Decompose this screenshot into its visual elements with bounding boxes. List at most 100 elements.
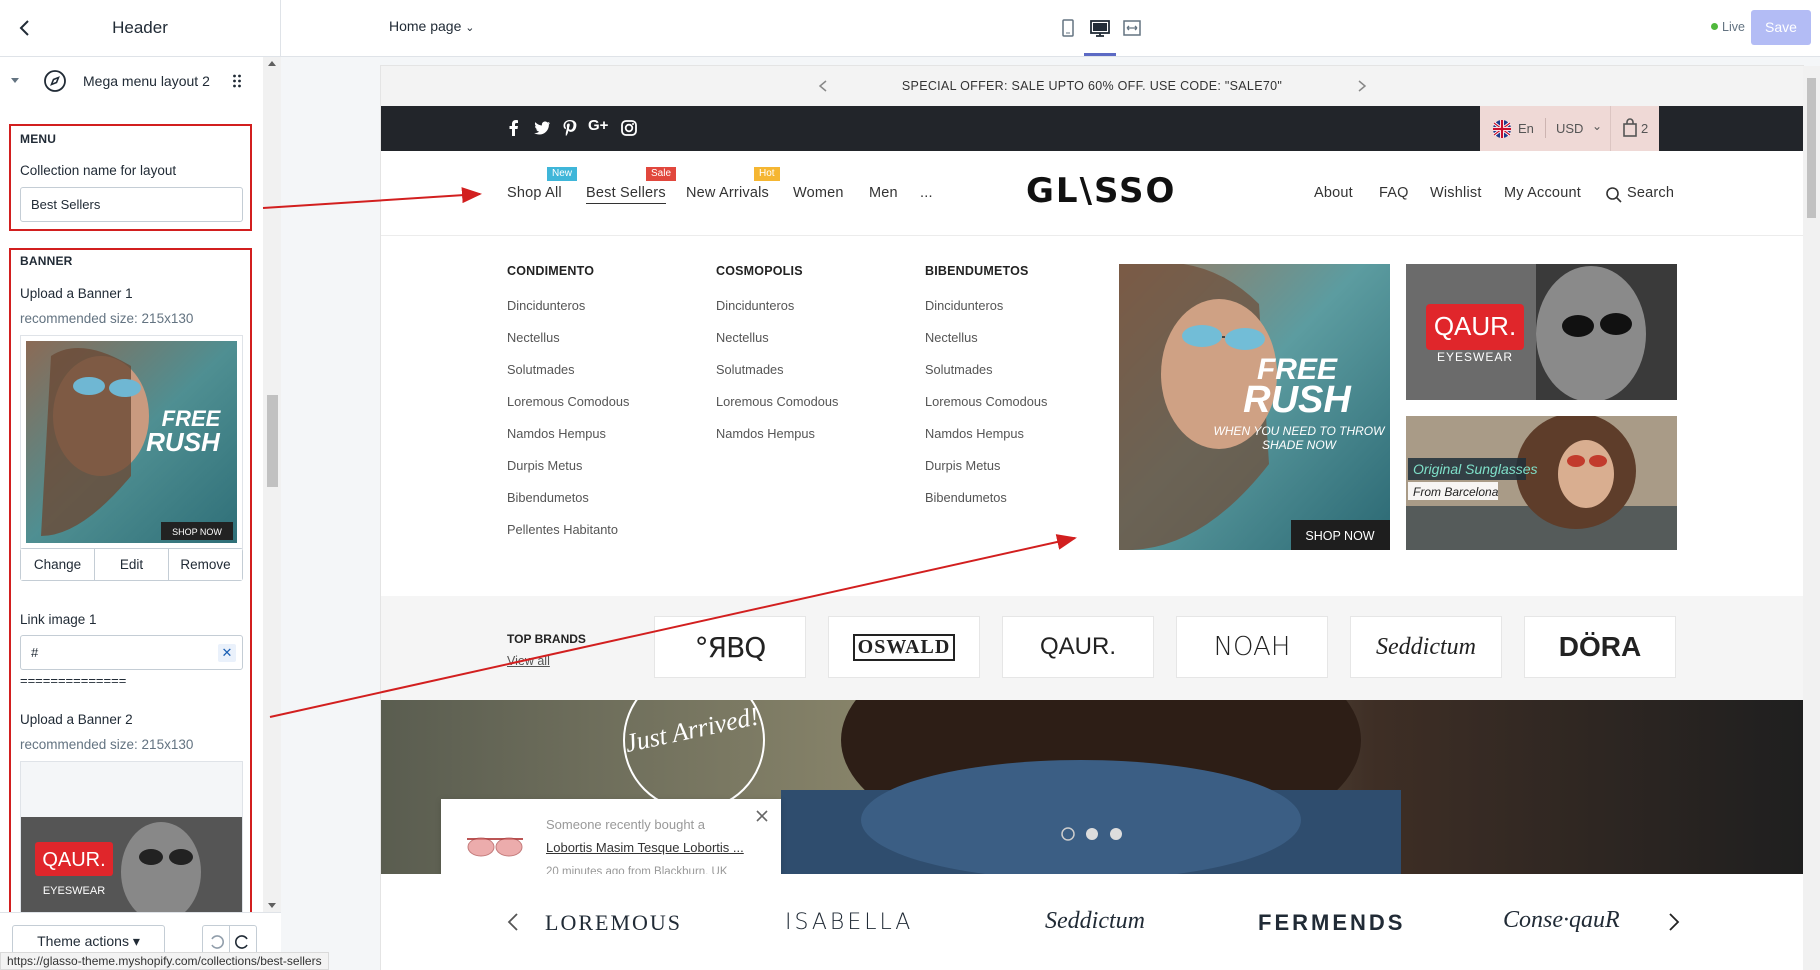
carousel-brand[interactable]: LOREMOUS <box>545 910 682 936</box>
scroll-down-arrow-icon[interactable] <box>268 903 276 908</box>
mega-menu-link[interactable]: Loremous Comodous <box>925 394 1047 409</box>
mega-menu-link[interactable]: Bibendumetos <box>925 490 1007 505</box>
carousel-prev-icon[interactable] <box>507 912 519 932</box>
promo-prev-icon[interactable] <box>818 80 828 92</box>
save-button[interactable]: Save <box>1751 10 1811 45</box>
remove-button[interactable]: Remove <box>169 549 242 580</box>
mega-menu-link[interactable]: Solutmades <box>507 362 575 377</box>
nav-wishlist[interactable]: Wishlist <box>1430 185 1482 201</box>
scroll-up-arrow-icon[interactable] <box>268 61 276 66</box>
twitter-icon[interactable] <box>533 119 551 137</box>
popup-line1: Someone recently bought a <box>546 817 705 832</box>
mega-menu-link[interactable]: Nectellus <box>925 330 978 345</box>
carousel-brand[interactable]: ISABELLA <box>785 910 913 935</box>
mobile-view-icon[interactable] <box>1057 17 1079 39</box>
mega-menu-link[interactable]: Namdos Hempus <box>507 426 606 441</box>
mega-menu-link[interactable]: Solutmades <box>925 362 993 377</box>
brand-logo-seddictum[interactable]: Seddictum <box>1350 616 1502 678</box>
promo-next-icon[interactable] <box>1357 80 1367 92</box>
google-plus-icon[interactable]: G+ <box>588 117 614 135</box>
mega-menu-link[interactable]: Dincidunteros <box>507 298 585 313</box>
mega-menu-link[interactable]: Pellentes Habitanto <box>507 522 618 537</box>
mega-banner-1[interactable]: FREE RUSH WHEN YOU NEED TO THROW SHADE N… <box>1119 264 1390 550</box>
upload-banner1-hint: recommended size: 215x130 <box>20 311 194 326</box>
view-all-link[interactable]: View all <box>507 654 550 668</box>
preview-scroll-thumb[interactable] <box>1807 78 1816 218</box>
sidebar-header: Header <box>0 0 280 57</box>
banner-original-sunglasses-image: Original Sunglasses From Barcelona <box>1406 416 1677 550</box>
nav-search[interactable]: Search <box>1627 185 1674 201</box>
mega-banner-3[interactable]: Original Sunglasses From Barcelona <box>1406 416 1677 550</box>
brand-logo-rbq[interactable]: °ЯBQ <box>654 616 806 678</box>
change-button[interactable]: Change <box>21 549 95 580</box>
mega-menu-link[interactable]: Loremous Comodous <box>507 394 629 409</box>
sidebar-scroll-thumb[interactable] <box>267 395 278 487</box>
drag-handle-icon[interactable] <box>232 73 242 89</box>
instagram-icon[interactable] <box>620 119 638 137</box>
carousel-brand[interactable]: Seddictum <box>1045 908 1145 935</box>
nav-men[interactable]: Men <box>869 185 898 201</box>
mega-col-heading[interactable]: COSMOPOLIS <box>716 264 803 278</box>
mega-menu-link[interactable]: Bibendumetos <box>507 490 589 505</box>
mega-menu-link[interactable]: Durpis Metus <box>925 458 1000 473</box>
carousel-brand[interactable]: FERMENDS <box>1258 910 1405 936</box>
brand-logo-dora[interactable]: DÖRA <box>1524 616 1676 678</box>
search-icon[interactable] <box>1605 186 1623 204</box>
mega-menu-link[interactable]: Durpis Metus <box>507 458 582 473</box>
section-row-mega-menu[interactable]: Mega menu layout 2 <box>0 57 262 105</box>
top-brands-section: TOP BRANDS View all °ЯBQ OSWALD QAUR. NO… <box>381 596 1803 700</box>
facebook-icon[interactable] <box>505 119 523 137</box>
store-logo[interactable]: GL\SSO <box>1026 171 1176 211</box>
banner-eyeswear-text: EYESWEAR <box>1437 350 1513 364</box>
mega-menu-link[interactable]: Solutmades <box>716 362 784 377</box>
mega-menu-link[interactable]: Namdos Hempus <box>925 426 1024 441</box>
nav-women[interactable]: Women <box>793 185 844 201</box>
nav-shop-all[interactable]: Shop All <box>507 185 562 201</box>
banner-shop-now[interactable]: SHOP NOW <box>1305 529 1374 543</box>
collapse-caret-icon[interactable] <box>11 78 19 83</box>
upload-banner1-label: Upload a Banner 1 <box>20 286 133 301</box>
mega-banner-2[interactable]: QAUR. EYESWEAR <box>1406 264 1677 400</box>
nav-faq[interactable]: FAQ <box>1379 185 1409 201</box>
nav-new-arrivals[interactable]: New Arrivals <box>686 185 769 201</box>
popup-product-link[interactable]: Lobortis Masim Tesque Lobortis ... <box>546 840 744 855</box>
banner-rush-text: RUSH <box>1243 379 1352 421</box>
clear-input-icon[interactable]: ✕ <box>218 644 236 662</box>
nav-about[interactable]: About <box>1314 185 1353 201</box>
cart-button[interactable]: 2 <box>1610 106 1659 151</box>
collection-name-input[interactable]: Best Sellers <box>20 187 243 222</box>
edit-button[interactable]: Edit <box>95 549 169 580</box>
locale-selector[interactable]: En USD ⌄ <box>1480 106 1610 151</box>
mega-menu-link[interactable]: Nectellus <box>716 330 769 345</box>
preview-scrollbar[interactable] <box>1803 66 1820 970</box>
back-arrow-icon[interactable] <box>14 17 36 39</box>
nav-my-account[interactable]: My Account <box>1504 185 1581 201</box>
banner2-image: QAUR. EYESWEAR <box>21 817 242 912</box>
brand-logo-oswald[interactable]: OSWALD <box>828 616 980 678</box>
brand-logo-noah[interactable]: NOAH <box>1176 616 1328 678</box>
link-image1-input[interactable]: # ✕ <box>20 635 243 670</box>
carousel-next-icon[interactable] <box>1668 912 1680 932</box>
mega-col-heading[interactable]: BIBENDUMETOS <box>925 264 1029 278</box>
brand-carousel: LOREMOUS ISABELLA Seddictum FERMENDS Con… <box>381 874 1803 970</box>
sidebar-scrollbar[interactable] <box>263 57 281 912</box>
nav-more[interactable]: ... <box>920 185 933 201</box>
cart-count: 2 <box>1641 121 1649 136</box>
mega-menu-link[interactable]: Loremous Comodous <box>716 394 838 409</box>
mega-menu-link[interactable]: Dincidunteros <box>716 298 794 313</box>
carousel-brand[interactable]: Conse·qauR <box>1503 907 1620 934</box>
banner2-thumbnail[interactable]: QAUR. EYESWEAR <box>20 761 243 912</box>
mega-col-heading[interactable]: CONDIMENTO <box>507 264 594 278</box>
close-icon[interactable] <box>755 809 769 823</box>
pinterest-icon[interactable] <box>561 119 579 137</box>
page-selector[interactable]: Home page ⌄ <box>389 18 475 34</box>
desktop-view-icon[interactable] <box>1089 17 1111 39</box>
banner1-thumbnail[interactable]: FREE RUSH SHOP NOW <box>20 335 243 549</box>
mega-menu-link[interactable]: Dincidunteros <box>925 298 1003 313</box>
brand-logo-qaur[interactable]: QAUR. <box>1002 616 1154 678</box>
mega-menu-link[interactable]: Nectellus <box>507 330 560 345</box>
mega-menu-link[interactable]: Namdos Hempus <box>716 426 815 441</box>
chevron-down-icon: ⌄ <box>1592 119 1603 133</box>
nav-best-sellers[interactable]: Best Sellers <box>586 185 666 204</box>
full-width-view-icon[interactable] <box>1121 17 1143 39</box>
